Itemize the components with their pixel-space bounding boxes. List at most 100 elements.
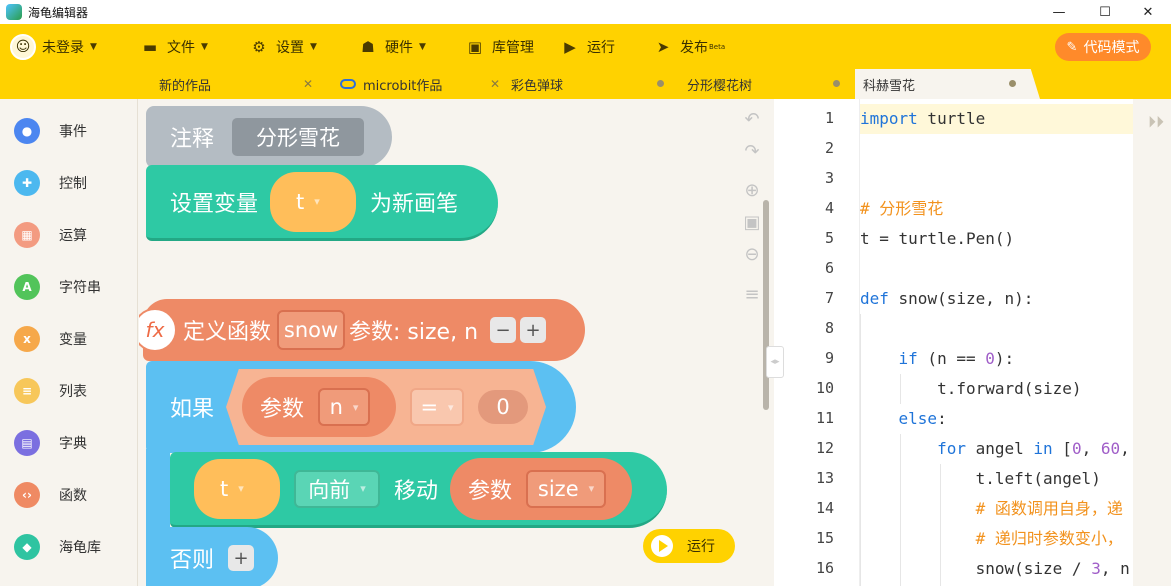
tab-color-ball[interactable]: 彩色弹球 bbox=[505, 69, 680, 99]
category-operators[interactable]: ▦ 运算 bbox=[0, 215, 138, 255]
code-line[interactable]: for angel in [0, 60, bbox=[860, 434, 1130, 464]
add-param-button[interactable]: + bbox=[520, 317, 547, 343]
undo-icon[interactable]: ↶ bbox=[742, 109, 762, 130]
library-menu[interactable]: ▣ 库管理 bbox=[466, 24, 534, 69]
size-reporter[interactable]: 参数 size bbox=[450, 457, 633, 520]
code-line[interactable]: import turtle bbox=[860, 104, 1133, 134]
line-number: 14 bbox=[815, 499, 834, 517]
hardware-menu[interactable]: ☗ 硬件 ▼ bbox=[359, 24, 426, 69]
user-label: 未登录 bbox=[42, 39, 84, 56]
file-label: 文件 bbox=[167, 39, 195, 56]
code-line[interactable]: def snow(size, n): bbox=[860, 284, 1033, 314]
calculator-icon: ▦ bbox=[14, 222, 40, 248]
maximize-button[interactable]: ☐ bbox=[1082, 0, 1128, 24]
close-icon[interactable]: ✕ bbox=[490, 77, 500, 91]
block-workspace[interactable]: 注释 分形雪花 设置变量 t 为新画笔 fx 定义函数 snow 参数: siz… bbox=[139, 99, 774, 586]
settings-menu[interactable]: ⚙ 设置 ▼ bbox=[250, 24, 317, 69]
tab-new-work[interactable]: 新的作品 ✕ bbox=[140, 69, 330, 99]
function-name[interactable]: snow bbox=[277, 310, 346, 350]
param-reporter[interactable]: 参数 n bbox=[242, 377, 397, 437]
reset-zoom-icon[interactable]: ▣ bbox=[742, 212, 762, 233]
category-dict[interactable]: ▤ 字典 bbox=[0, 423, 138, 463]
category-variables[interactable]: x 变量 bbox=[0, 319, 138, 359]
param-dropdown[interactable]: n bbox=[318, 388, 371, 426]
app-logo-icon bbox=[6, 4, 22, 20]
variable-dropdown[interactable]: t bbox=[270, 171, 357, 232]
tab-fractal-tree[interactable]: 分形樱花树 bbox=[680, 69, 855, 99]
run-button[interactable]: 运行 bbox=[643, 529, 735, 563]
string-icon: A bbox=[14, 274, 40, 300]
toggle-icon: ● bbox=[14, 118, 40, 144]
pane-resize-handle[interactable]: ◂▸ bbox=[766, 346, 784, 378]
unsaved-dot-icon bbox=[657, 80, 664, 87]
avatar: ☺ bbox=[10, 33, 36, 60]
redo-icon[interactable]: ↷ bbox=[742, 141, 762, 162]
set-variable-label: 设置变量 bbox=[170, 191, 259, 217]
code-line[interactable]: # 函数调用自身，递 bbox=[860, 494, 1123, 524]
category-list[interactable]: ≡ 列表 bbox=[0, 371, 138, 411]
line-number: 1 bbox=[824, 109, 834, 127]
code-line[interactable]: t = turtle.Pen() bbox=[860, 224, 1014, 254]
code-mode-button[interactable]: ✎ 代码模式 bbox=[1055, 33, 1151, 61]
code-line[interactable]: t.forward(size) bbox=[860, 374, 1082, 404]
run-button-label: 运行 bbox=[687, 539, 715, 555]
variable-icon: x bbox=[14, 326, 40, 352]
if-block[interactable]: 如果 参数 n = 0 bbox=[146, 361, 576, 453]
set-variable-block[interactable]: 设置变量 t 为新画笔 bbox=[146, 165, 498, 241]
param-value: n bbox=[329, 395, 343, 419]
run-menu[interactable]: ▶ 运行 bbox=[561, 24, 615, 69]
user-menu[interactable]: ☺ 未登录 ▼ bbox=[10, 24, 97, 69]
file-menu[interactable]: ▬ 文件 ▼ bbox=[141, 24, 208, 69]
code-line[interactable]: if (n == 0): bbox=[860, 344, 1015, 374]
remove-param-button[interactable]: − bbox=[490, 317, 517, 343]
else-block[interactable]: 否则 + bbox=[146, 527, 278, 586]
code-line[interactable]: snow(size / 3, n bbox=[860, 554, 1130, 584]
define-function-block[interactable]: fx 定义函数 snow 参数: size, n − + bbox=[139, 299, 585, 361]
function-icon: ‹› bbox=[14, 482, 40, 508]
condition-slot[interactable]: 参数 n = 0 bbox=[226, 369, 547, 445]
value-input[interactable]: 0 bbox=[478, 390, 529, 424]
comment-value[interactable]: 分形雪花 bbox=[232, 118, 365, 156]
cleanup-icon[interactable]: ≡ bbox=[742, 284, 762, 305]
code-editor[interactable]: 1 2 3 4 5 6 7 8 9 10 11 12 13 14 15 16 i… bbox=[774, 99, 1133, 586]
move-forward-block[interactable]: t 向前 移动 参数 size bbox=[170, 452, 667, 528]
unsaved-dot-icon bbox=[833, 80, 840, 87]
workspace-scrollbar[interactable] bbox=[763, 200, 769, 410]
chevron-down-icon: ▼ bbox=[90, 41, 97, 52]
direction-dropdown[interactable]: 向前 bbox=[294, 469, 380, 508]
publish-menu[interactable]: ➤ 发布 Beta bbox=[654, 24, 725, 69]
define-function-label: 定义函数 bbox=[183, 320, 272, 345]
category-events[interactable]: ● 事件 bbox=[0, 111, 138, 151]
run-label: 运行 bbox=[587, 39, 615, 56]
library-icon: ▣ bbox=[467, 37, 483, 56]
close-window-button[interactable]: ✕ bbox=[1125, 0, 1171, 24]
minimize-button[interactable]: — bbox=[1036, 0, 1082, 24]
turtle-variable-dropdown[interactable]: t bbox=[194, 458, 280, 519]
param-dropdown[interactable]: size bbox=[526, 469, 607, 508]
add-else-branch-button[interactable]: + bbox=[228, 545, 255, 571]
code-line[interactable]: t.left(angel) bbox=[860, 464, 1101, 494]
comment-block[interactable]: 注释 分形雪花 bbox=[146, 106, 392, 168]
app-window: 海龟编辑器 — ☐ ✕ ☺ 未登录 ▼ ▬ 文件 ▼ ⚙ 设置 ▼ ☗ 硬件 ▼… bbox=[0, 0, 1171, 586]
operator-value: = bbox=[420, 395, 439, 419]
zoom-out-icon[interactable]: ⊖ bbox=[742, 244, 762, 265]
play-icon: ▶ bbox=[564, 37, 576, 56]
category-control[interactable]: ✚ 控制 bbox=[0, 163, 138, 203]
tab-label: microbit作品 bbox=[363, 78, 443, 94]
operator-dropdown[interactable]: = bbox=[410, 388, 465, 426]
code-line[interactable]: else: bbox=[860, 404, 947, 434]
tab-microbit[interactable]: microbit作品 ✕ bbox=[330, 69, 505, 99]
category-string[interactable]: A 字符串 bbox=[0, 267, 138, 307]
if-label: 如果 bbox=[170, 397, 215, 422]
category-label: 函数 bbox=[59, 488, 87, 504]
close-icon[interactable]: ✕ bbox=[303, 77, 313, 91]
line-number: 5 bbox=[824, 229, 834, 247]
category-turtle[interactable]: ◆ 海龟库 bbox=[0, 527, 138, 567]
tab-koch-snowflake[interactable]: 科赫雪花 bbox=[855, 69, 1040, 99]
zoom-in-icon[interactable]: ⊕ bbox=[742, 180, 762, 201]
tab-label: 新的作品 bbox=[159, 78, 212, 94]
code-line[interactable]: # 递归时参数变小， bbox=[860, 524, 1123, 554]
code-line[interactable]: # 分形雪花 bbox=[860, 194, 943, 224]
category-functions[interactable]: ‹› 函数 bbox=[0, 475, 138, 515]
expand-panel-icon[interactable]: ⏵⏵ bbox=[1148, 112, 1164, 132]
